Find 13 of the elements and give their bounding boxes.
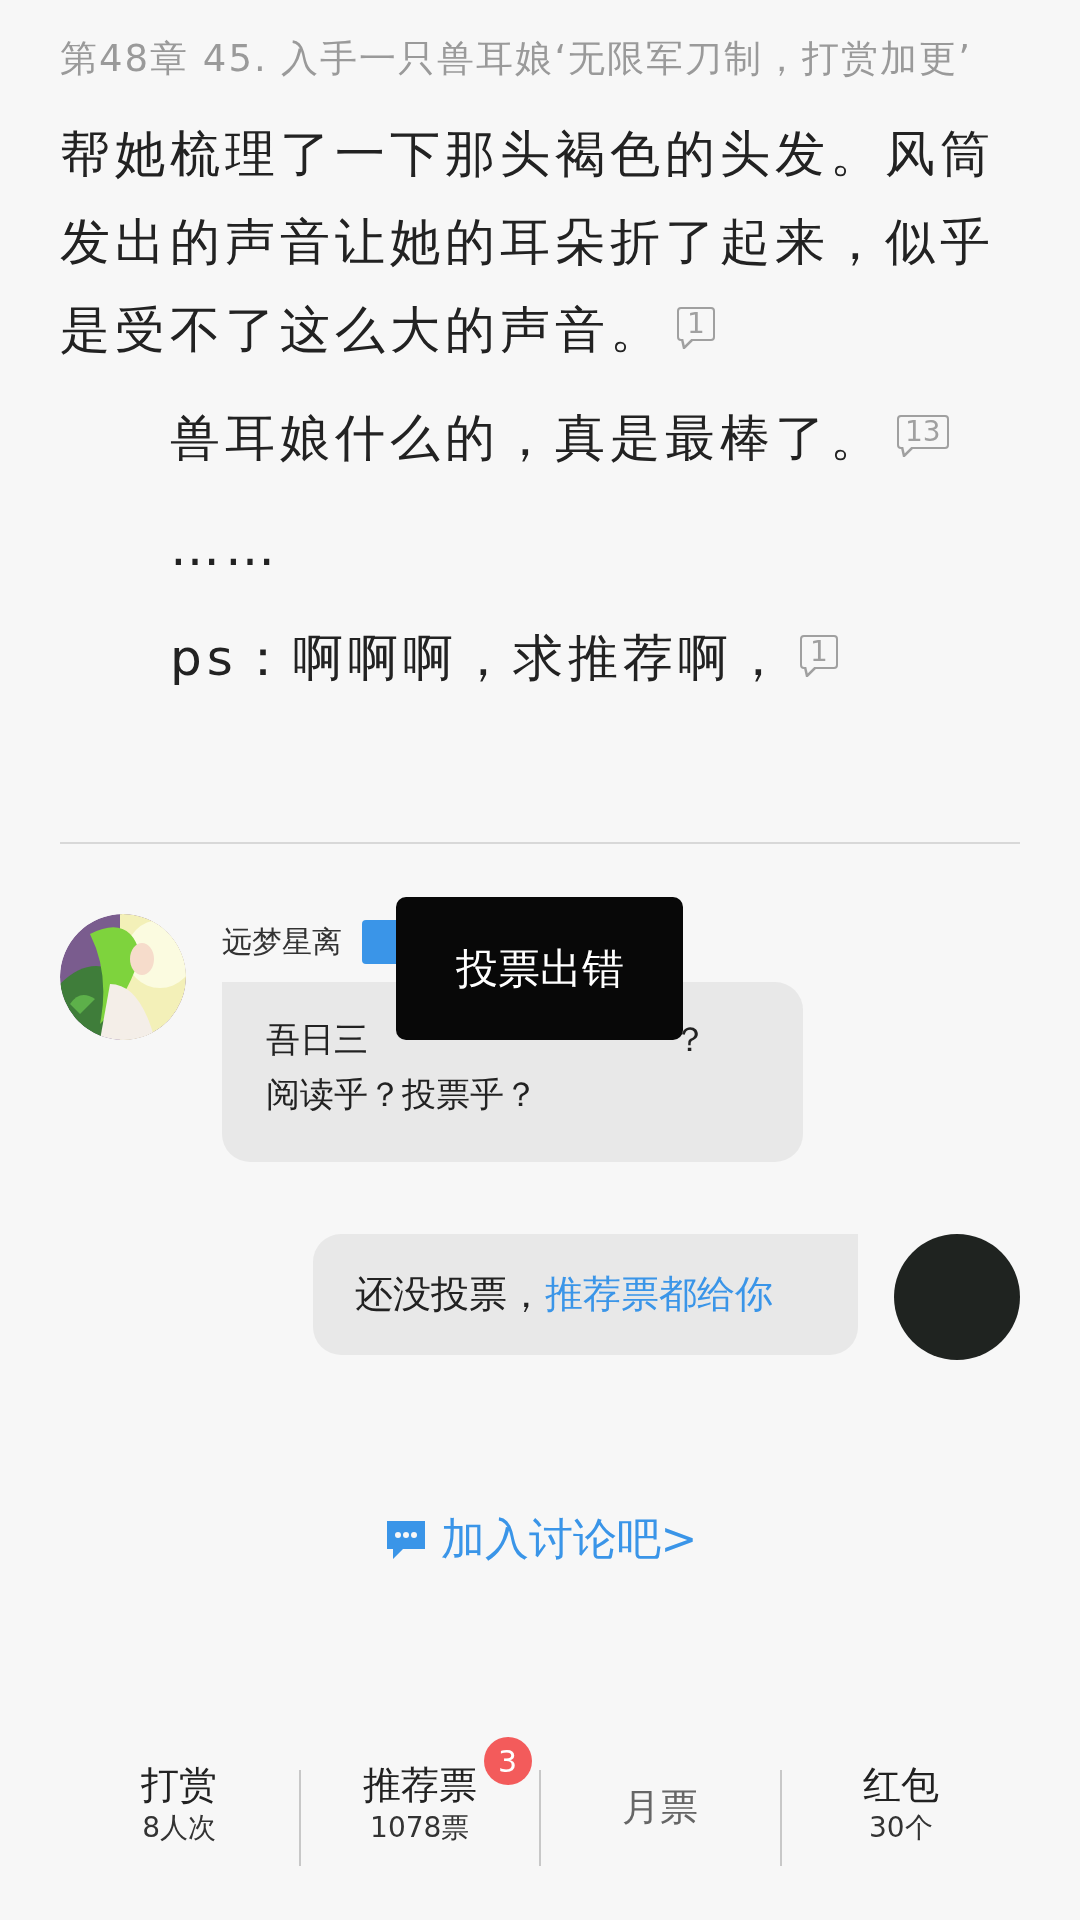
count-badge: 3 <box>483 1737 532 1785</box>
join-discussion-link[interactable]: 加入讨论吧> <box>382 1510 698 1569</box>
message-text: 吾日三 <box>266 1018 368 1061</box>
author-name: 远梦星离 <box>222 922 342 961</box>
toast: 投票出错 <box>396 897 683 1040</box>
chapter-title: 第48章 45. 入手一只兽耳娘‘无限军刀制，打赏加更’ <box>60 36 972 82</box>
recommend-link[interactable]: 推荐票都给你 <box>545 1272 773 1316</box>
paragraph: 兽耳娘什么的，真是最棒了。 13 <box>60 394 1020 482</box>
paragraph: …… <box>169 518 281 579</box>
paragraph: ps：啊啊啊，求推荐啊， 1 <box>60 614 1020 702</box>
message-text: 阅读乎？投票乎？ <box>266 1073 538 1116</box>
message-bubble: 还没投票，推荐票都给你 <box>313 1234 858 1355</box>
paragraph: 帮她梳理了一下那头褐色的头发。风筒发出的声音让她的耳朵折了起来，似乎是受不了这么大的声音。 1 <box>60 124 996 361</box>
